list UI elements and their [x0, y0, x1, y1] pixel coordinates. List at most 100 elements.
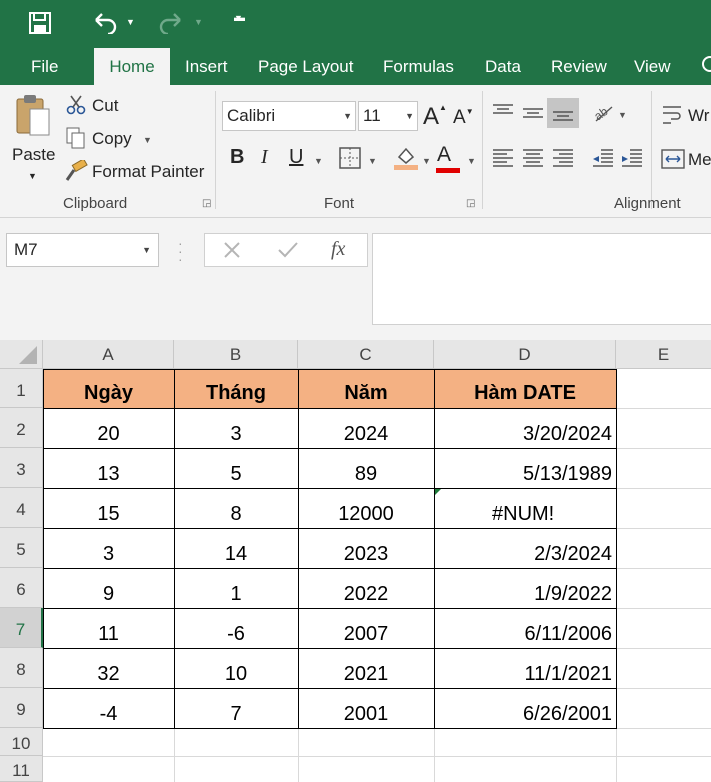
table-cell[interactable]: 20 [43, 408, 174, 448]
shrink-font-button[interactable]: A▼ [453, 107, 474, 129]
tab-insert[interactable]: Insert [185, 48, 228, 85]
table-cell[interactable]: 2007 [298, 608, 434, 648]
table-cell[interactable]: 3 [43, 528, 174, 568]
align-top-icon[interactable] [491, 103, 515, 128]
italic-button[interactable]: I [261, 146, 268, 169]
column-header-d[interactable]: D [434, 340, 616, 369]
undo-icon[interactable] [92, 10, 118, 39]
name-box[interactable]: M7 ▼ [6, 233, 159, 267]
underline-dropdown-icon[interactable]: ▼ [314, 156, 323, 166]
enter-icon[interactable] [277, 240, 299, 265]
grow-font-button[interactable]: A▲ [423, 103, 447, 131]
bold-button[interactable]: B [230, 146, 244, 169]
tab-formulas[interactable]: Formulas [383, 48, 454, 85]
row-header-8[interactable]: 8 [0, 648, 43, 688]
table-cell[interactable]: 3/20/2024 [434, 408, 616, 448]
table-cell[interactable]: 2022 [298, 568, 434, 608]
table-cell[interactable]: -4 [43, 688, 174, 728]
redo-dropdown-icon[interactable]: ▼ [194, 17, 203, 27]
table-cell[interactable]: 6/11/2006 [434, 608, 616, 648]
font-size-select[interactable]: 11 ▼ [358, 101, 418, 131]
wrap-text-button[interactable]: Wr [688, 106, 709, 126]
copy-dropdown-icon[interactable]: ▼ [143, 135, 152, 145]
column-header-b[interactable]: B [174, 340, 298, 369]
table-cell[interactable]: 2021 [298, 648, 434, 688]
tell-me-icon[interactable] [700, 48, 711, 85]
clipboard-launcher-icon[interactable]: ◲ [202, 198, 211, 209]
table-cell[interactable]: 2/3/2024 [434, 528, 616, 568]
header-cell[interactable]: Năm [298, 369, 434, 408]
copy-icon[interactable] [66, 127, 86, 154]
row-header-4[interactable]: 4 [0, 488, 43, 528]
orientation-icon[interactable]: ab [591, 101, 614, 128]
table-cell[interactable]: 11 [43, 608, 174, 648]
row-header-9[interactable]: 9 [0, 688, 43, 728]
table-cell[interactable]: 10 [174, 648, 298, 688]
save-icon[interactable] [29, 12, 51, 39]
merge-center-icon[interactable] [661, 148, 685, 175]
tab-page-layout[interactable]: Page Layout [258, 48, 353, 85]
table-cell[interactable]: 1 [174, 568, 298, 608]
table-cell[interactable]: 7 [174, 688, 298, 728]
tab-review[interactable]: Review [551, 48, 607, 85]
table-cell[interactable]: 32 [43, 648, 174, 688]
merge-center-button[interactable]: Me [688, 150, 711, 170]
align-right-icon[interactable] [551, 148, 575, 173]
table-cell[interactable]: 11/1/2021 [434, 648, 616, 688]
table-cell[interactable]: 2001 [298, 688, 434, 728]
row-header-11[interactable]: 11 [0, 756, 43, 782]
error-indicator-icon[interactable] [435, 489, 441, 495]
format-painter-button[interactable]: Format Painter [92, 162, 204, 182]
header-cell[interactable]: Tháng [174, 369, 298, 408]
table-cell[interactable]: 2023 [298, 528, 434, 568]
font-color-dropdown-icon[interactable]: ▼ [467, 156, 476, 166]
tab-view[interactable]: View [634, 48, 671, 85]
format-painter-icon[interactable] [64, 158, 88, 187]
column-header-a[interactable]: A [43, 340, 174, 369]
decrease-indent-icon[interactable] [591, 148, 615, 173]
row-header-2[interactable]: 2 [0, 408, 43, 448]
worksheet-grid[interactable]: A B C D E 1 2 3 4 5 6 7 8 9 10 11 Ngày Tháng Năm Hàm D… [0, 340, 711, 782]
orientation-dropdown-icon[interactable]: ▼ [618, 110, 627, 120]
paste-button[interactable]: Paste ▼ [10, 91, 56, 187]
align-left-icon[interactable] [491, 148, 515, 173]
customize-qat-icon[interactable]: ▬ ▼ [234, 12, 245, 36]
row-header-3[interactable]: 3 [0, 448, 43, 488]
cancel-icon[interactable] [222, 240, 242, 265]
table-cell[interactable]: -6 [174, 608, 298, 648]
borders-dropdown-icon[interactable]: ▼ [368, 156, 377, 166]
cut-icon[interactable] [66, 95, 86, 120]
tab-home[interactable]: Home [94, 48, 170, 86]
wrap-text-icon[interactable] [661, 103, 685, 132]
increase-indent-icon[interactable] [620, 148, 644, 173]
table-cell[interactable]: 89 [298, 448, 434, 488]
table-cell[interactable]: 1/9/2022 [434, 568, 616, 608]
fill-color-icon[interactable] [393, 145, 419, 176]
row-header-1[interactable]: 1 [0, 369, 43, 408]
borders-icon[interactable] [339, 147, 361, 174]
table-cell[interactable]: 9 [43, 568, 174, 608]
table-cell[interactable]: 3 [174, 408, 298, 448]
table-cell[interactable]: #NUM! [434, 488, 616, 528]
row-header-5[interactable]: 5 [0, 528, 43, 568]
font-color-button[interactable]: A [436, 143, 460, 173]
column-header-e[interactable]: E [616, 340, 711, 369]
align-center-icon[interactable] [521, 148, 545, 173]
header-cell[interactable]: Hàm DATE [434, 369, 616, 408]
select-all-button[interactable] [0, 340, 43, 369]
font-launcher-icon[interactable]: ◲ [466, 198, 475, 209]
row-header-7[interactable]: 7 [0, 608, 43, 648]
redo-icon[interactable] [158, 10, 184, 39]
table-cell[interactable]: 12000 [298, 488, 434, 528]
fill-color-dropdown-icon[interactable]: ▼ [422, 156, 431, 166]
align-middle-icon[interactable] [521, 103, 545, 128]
table-cell[interactable]: 14 [174, 528, 298, 568]
row-header-10[interactable]: 10 [0, 728, 43, 756]
table-cell[interactable]: 5 [174, 448, 298, 488]
insert-function-button[interactable]: fx [331, 238, 345, 261]
underline-button[interactable]: U [289, 146, 303, 169]
header-cell[interactable]: Ngày [43, 369, 174, 408]
table-cell[interactable]: 6/26/2001 [434, 688, 616, 728]
table-cell[interactable]: 13 [43, 448, 174, 488]
tab-data[interactable]: Data [485, 48, 521, 85]
